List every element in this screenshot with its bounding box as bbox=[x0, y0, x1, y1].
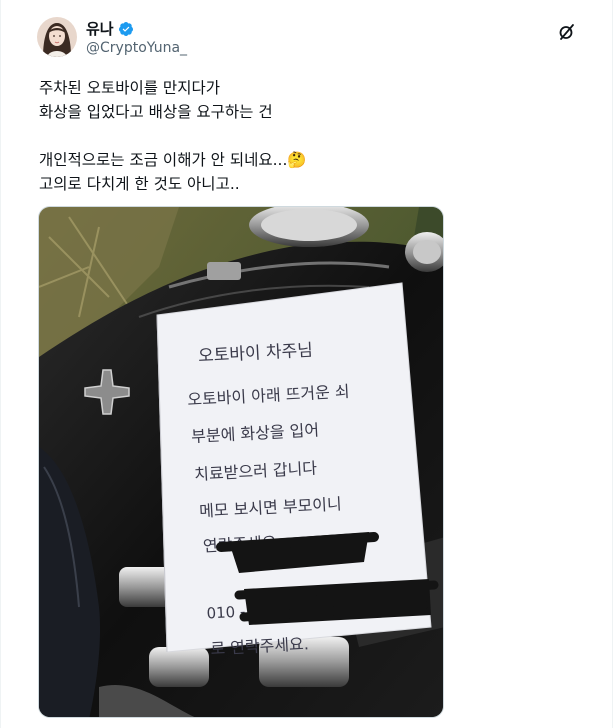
author-name-row: 유나 bbox=[86, 18, 134, 39]
tweet-photo[interactable]: 오토바이 차주님 오토바이 아래 뜨거운 쇠 부분에 화상을 입어 치료받으러 … bbox=[38, 206, 444, 718]
grok-slash-icon[interactable] bbox=[557, 22, 577, 42]
verified-badge-icon bbox=[118, 21, 134, 37]
avatar[interactable] bbox=[37, 17, 77, 57]
author-display-name[interactable]: 유나 bbox=[86, 18, 114, 39]
note-line-7: 010 - bbox=[206, 602, 246, 622]
tweet-text: 주차된 오토바이를 만지다가 화상을 입었다고 배상을 요구하는 건 개인적으로… bbox=[39, 79, 307, 193]
author-handle[interactable]: @CryptoYuna_ bbox=[86, 40, 187, 56]
tweet-card: 유나 @CryptoYuna_ 주차된 오토바이를 만지다가 화상을 입었다고 … bbox=[0, 0, 613, 728]
